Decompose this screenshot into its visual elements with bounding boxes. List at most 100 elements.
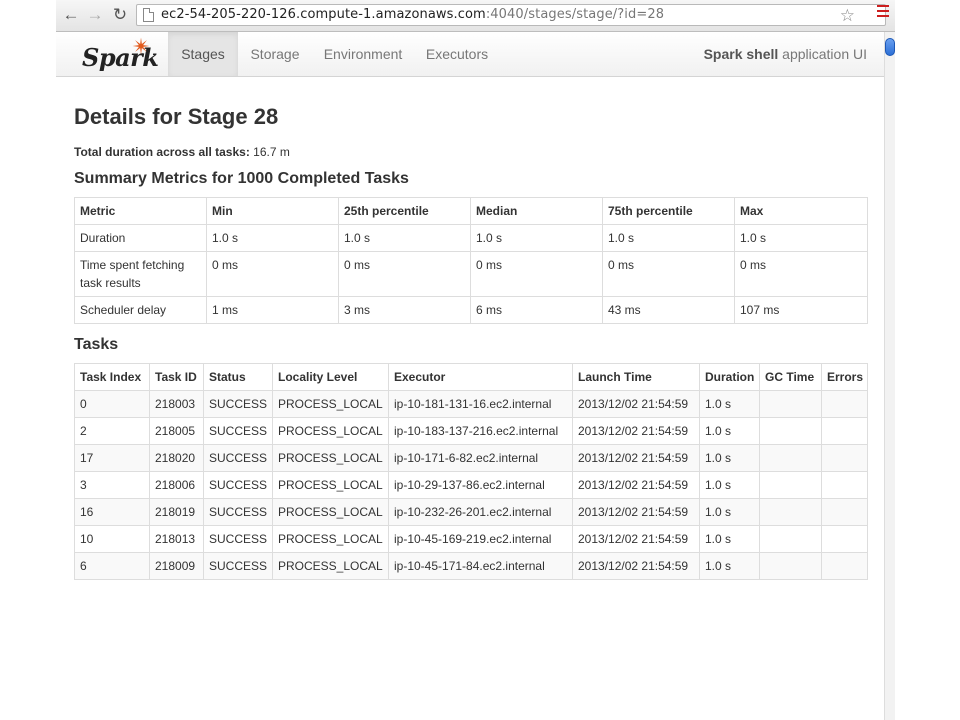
- column-header[interactable]: Status: [203, 363, 273, 391]
- table-cell: 0 ms: [470, 251, 603, 297]
- scrollbar-thumb[interactable]: [885, 38, 895, 56]
- back-arrow-icon[interactable]: ←: [60, 4, 82, 26]
- table-row: 6 218009 SUCCESS PROCESS_LOCAL ip-10-45-171-…: [74, 552, 868, 580]
- table-cell: 2013/12/02 21:54:59: [572, 498, 700, 526]
- table-cell: [759, 471, 822, 499]
- table-cell: 1.0 s: [699, 525, 760, 553]
- table-cell: [821, 417, 868, 445]
- table-cell: [821, 498, 868, 526]
- table-cell: 1.0 s: [699, 444, 760, 472]
- browser-toolbar: ← → ↻ ec2-54-205-220-126.compute-1.amazo…: [56, 0, 895, 32]
- table-cell: 1.0 s: [699, 471, 760, 499]
- table-cell: 3 ms: [338, 296, 471, 324]
- column-header[interactable]: Min: [206, 197, 339, 225]
- table-cell: 2013/12/02 21:54:59: [572, 444, 700, 472]
- table-cell: [821, 525, 868, 553]
- table-cell: 1 ms: [206, 296, 339, 324]
- table-row: 0 218003 SUCCESS PROCESS_LOCAL ip-10-181-131…: [74, 390, 868, 418]
- table-cell: 1.0 s: [470, 224, 603, 252]
- table-cell: PROCESS_LOCAL: [272, 525, 389, 553]
- page-viewport: Spark ✴ Stages Storage Environment Execu…: [56, 32, 884, 720]
- column-header[interactable]: Errors: [821, 363, 868, 391]
- bookmark-star-icon[interactable]: ☆: [840, 6, 855, 26]
- column-header[interactable]: Launch Time: [572, 363, 700, 391]
- page-icon: [143, 8, 154, 22]
- table-cell: 1.0 s: [602, 224, 735, 252]
- table-cell: 218019: [149, 498, 204, 526]
- table-cell: [759, 552, 822, 580]
- table-cell: 0 ms: [602, 251, 735, 297]
- table-row: 10 218013 SUCCESS PROCESS_LOCAL ip-10-45-169…: [74, 525, 868, 553]
- table-cell: PROCESS_LOCAL: [272, 390, 389, 418]
- forward-arrow-icon[interactable]: →: [84, 4, 106, 26]
- column-header[interactable]: Max: [734, 197, 868, 225]
- table-cell: PROCESS_LOCAL: [272, 552, 389, 580]
- tasks-title: Tasks: [74, 336, 119, 353]
- table-cell: SUCCESS: [203, 417, 273, 445]
- column-header[interactable]: Duration: [699, 363, 760, 391]
- reload-icon[interactable]: ↻: [109, 4, 131, 26]
- tasks-table: Task Index Task ID Status Locality Level…: [74, 363, 868, 580]
- table-cell: 0: [74, 390, 150, 418]
- column-header[interactable]: Median: [470, 197, 603, 225]
- address-bar[interactable]: ec2-54-205-220-126.compute-1.amazonaws.c…: [136, 4, 886, 26]
- table-cell: SUCCESS: [203, 390, 273, 418]
- table-cell: Duration: [74, 224, 207, 252]
- tab-environment[interactable]: Environment: [316, 32, 410, 76]
- table-cell: 3: [74, 471, 150, 499]
- table-row: Time spent fetching task results 0 ms 0 …: [74, 251, 868, 297]
- table-cell: 2013/12/02 21:54:59: [572, 525, 700, 553]
- table-cell: PROCESS_LOCAL: [272, 498, 389, 526]
- table-cell: [821, 444, 868, 472]
- column-header[interactable]: Locality Level: [272, 363, 389, 391]
- menu-icon[interactable]: [877, 5, 889, 17]
- tab-stages[interactable]: Stages: [168, 32, 238, 76]
- column-header[interactable]: Executor: [388, 363, 573, 391]
- table-row: 3 218006 SUCCESS PROCESS_LOCAL ip-10-29-137-…: [74, 471, 868, 499]
- table-cell: 1.0 s: [699, 390, 760, 418]
- column-header[interactable]: GC Time: [759, 363, 822, 391]
- app-title: Spark shell application UI: [703, 46, 867, 62]
- column-header[interactable]: 75th percentile: [602, 197, 735, 225]
- tab-storage[interactable]: Storage: [240, 32, 310, 76]
- column-header[interactable]: 25th percentile: [338, 197, 471, 225]
- table-row: Scheduler delay 1 ms 3 ms 6 ms 43 ms 107…: [74, 296, 868, 324]
- table-row: 2 218005 SUCCESS PROCESS_LOCAL ip-10-183-137…: [74, 417, 868, 445]
- table-cell: 10: [74, 525, 150, 553]
- url-text[interactable]: ec2-54-205-220-126.compute-1.amazonaws.c…: [161, 7, 664, 22]
- right-margin: [895, 0, 960, 720]
- table-cell: [759, 498, 822, 526]
- tab-executors[interactable]: Executors: [418, 32, 496, 76]
- table-cell: 1.0 s: [699, 498, 760, 526]
- table-cell: 2013/12/02 21:54:59: [572, 417, 700, 445]
- column-header[interactable]: Metric: [74, 197, 207, 225]
- column-header[interactable]: Task Index: [74, 363, 150, 391]
- vertical-scrollbar[interactable]: [884, 32, 895, 720]
- table-cell: 17: [74, 444, 150, 472]
- table-cell: PROCESS_LOCAL: [272, 471, 389, 499]
- table-cell: 6: [74, 552, 150, 580]
- table-cell: 218020: [149, 444, 204, 472]
- table-cell: ip-10-183-137-216.ec2.internal: [388, 417, 573, 445]
- table-cell: 218003: [149, 390, 204, 418]
- table-cell: SUCCESS: [203, 525, 273, 553]
- table-cell: [759, 444, 822, 472]
- table-header-row: Metric Min 25th percentile Median 75th p…: [74, 197, 868, 225]
- summary-metrics-table: Metric Min 25th percentile Median 75th p…: [74, 197, 868, 324]
- table-cell: 1.0 s: [699, 552, 760, 580]
- table-cell: 1.0 s: [206, 224, 339, 252]
- column-header[interactable]: Task ID: [149, 363, 204, 391]
- table-row: 17 218020 SUCCESS PROCESS_LOCAL ip-10-171-6-…: [74, 444, 868, 472]
- table-cell: [821, 552, 868, 580]
- table-cell: ip-10-45-171-84.ec2.internal: [388, 552, 573, 580]
- table-cell: 0 ms: [206, 251, 339, 297]
- table-cell: 107 ms: [734, 296, 868, 324]
- spark-navbar: Spark ✴ Stages Storage Environment Execu…: [56, 32, 884, 77]
- table-cell: 43 ms: [602, 296, 735, 324]
- table-cell: SUCCESS: [203, 552, 273, 580]
- total-duration: Total duration across all tasks: 16.7 m: [74, 145, 290, 159]
- table-cell: 1.0 s: [699, 417, 760, 445]
- table-cell: PROCESS_LOCAL: [272, 444, 389, 472]
- table-cell: 2: [74, 417, 150, 445]
- table-cell: ip-10-29-137-86.ec2.internal: [388, 471, 573, 499]
